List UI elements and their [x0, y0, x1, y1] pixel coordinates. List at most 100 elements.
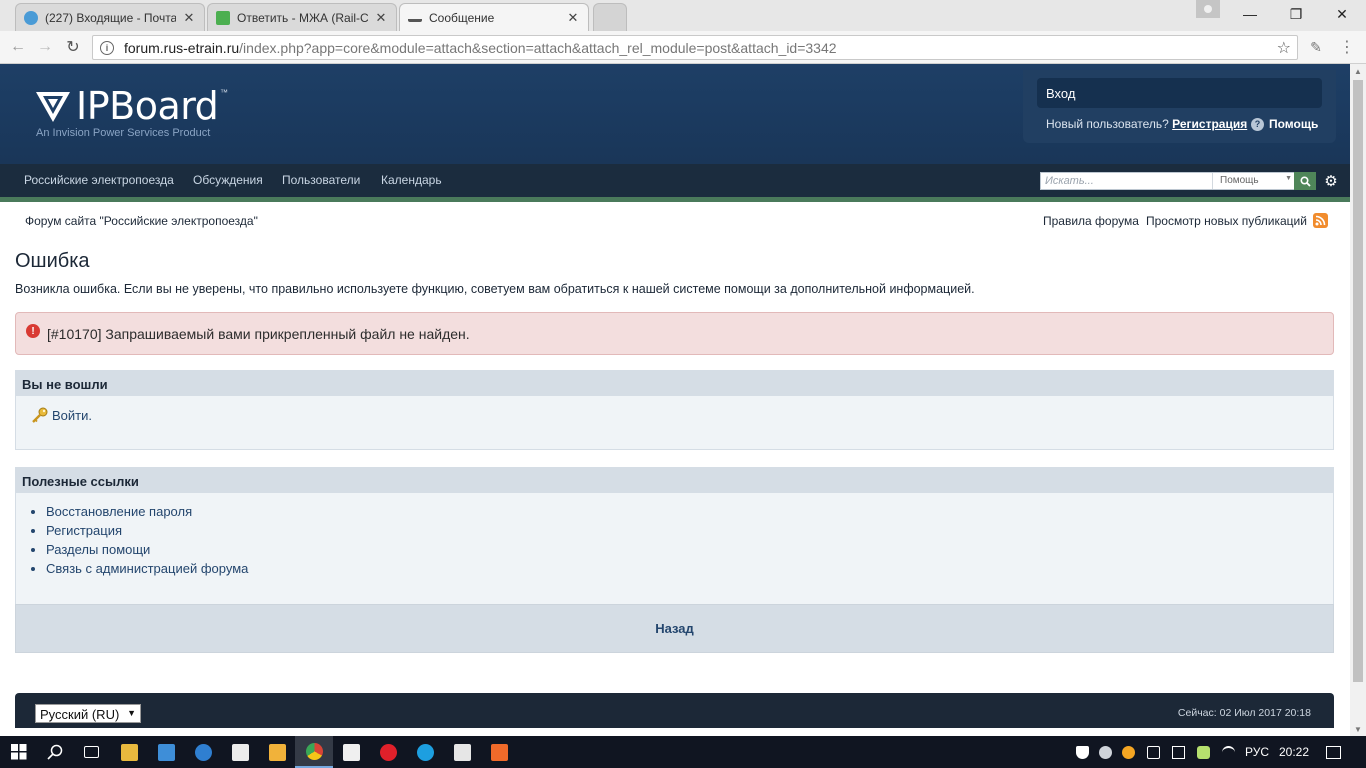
- taskbar-photos[interactable]: [443, 736, 481, 768]
- extension-icon[interactable]: ✎: [1308, 38, 1324, 56]
- task-view-button[interactable]: [72, 736, 110, 768]
- forum-rules-link[interactable]: Правила форума: [1043, 214, 1139, 228]
- secondary-nav: Форум сайта "Российские электропоезда" П…: [0, 202, 1350, 240]
- contact-admin-link[interactable]: Связь с администрацией форума: [46, 559, 248, 578]
- browser-tab-reply[interactable]: Ответить - МЖА (Rail-Cl ✕: [207, 3, 397, 31]
- search-input[interactable]: Искать... Помощь ▼: [1040, 172, 1296, 190]
- help-link[interactable]: ? Помощь: [1251, 117, 1318, 131]
- user-panel: Вход Новый пользователь? Регистрация ? П…: [1023, 70, 1336, 143]
- taskbar-opera[interactable]: [369, 736, 407, 768]
- search-taskbar-button[interactable]: [36, 736, 74, 768]
- nav-item-members[interactable]: Пользователи: [282, 173, 360, 187]
- language-select[interactable]: Русский (RU) ▼: [35, 704, 141, 723]
- browser-toolbar: ← → ↻ i forum.rus-etrain.ru /index.php?a…: [0, 31, 1366, 64]
- rss-icon[interactable]: [1313, 213, 1328, 228]
- search-button[interactable]: [1294, 172, 1316, 190]
- edge-icon: [194, 743, 212, 761]
- registration-link[interactable]: Регистрация: [46, 521, 248, 540]
- help-icon: ?: [1251, 117, 1264, 131]
- taskbar-clock[interactable]: 20:22: [1279, 745, 1309, 759]
- notification-icon[interactable]: [1326, 746, 1341, 759]
- taskbar-explorer[interactable]: [110, 736, 148, 768]
- network-icon[interactable]: [1197, 746, 1210, 759]
- maximize-button[interactable]: ❐: [1273, 0, 1319, 28]
- taskbar-edge[interactable]: [184, 736, 222, 768]
- app-icon: [490, 743, 508, 761]
- forward-arrow-icon[interactable]: →: [34, 36, 56, 58]
- error-icon: !: [26, 324, 40, 338]
- scroll-down-icon[interactable]: ▼: [1350, 722, 1366, 736]
- taskbar-calculator[interactable]: [332, 736, 370, 768]
- help-label: Помощь: [1269, 117, 1319, 131]
- login-link[interactable]: Войти.: [31, 407, 92, 423]
- shield-icon[interactable]: [1076, 746, 1089, 759]
- logo-trademark: ™: [220, 88, 228, 97]
- close-tab-icon[interactable]: ✕: [374, 10, 388, 26]
- close-tab-icon[interactable]: ✕: [566, 10, 580, 26]
- ipboard-logo-icon: [36, 92, 70, 122]
- minimize-button[interactable]: —: [1227, 0, 1273, 28]
- input-language[interactable]: РУС: [1245, 745, 1269, 759]
- app-icon: [157, 743, 175, 761]
- new-user-text: Новый пользователь? Регистрация: [1046, 117, 1247, 131]
- scrollbar-thumb[interactable]: [1353, 80, 1363, 682]
- close-tab-icon[interactable]: ✕: [182, 10, 196, 26]
- wifi-icon[interactable]: [1222, 746, 1235, 759]
- gear-icon[interactable]: ⚙: [1322, 171, 1340, 191]
- taskbar-skype[interactable]: [406, 736, 444, 768]
- reload-icon[interactable]: ↻: [62, 36, 84, 58]
- bookmark-star-icon[interactable]: ☆: [1277, 38, 1291, 58]
- browser-tab-mail[interactable]: (227) Входящие - Почта ✕: [15, 3, 205, 31]
- windows-taskbar: РУС 20:22: [0, 736, 1366, 768]
- close-window-button[interactable]: ✕: [1319, 0, 1365, 28]
- chevron-down-icon: ▼: [127, 708, 136, 718]
- nav-item-calendar[interactable]: Календарь: [381, 173, 442, 187]
- nav-item-home[interactable]: Российские электропоезда: [24, 173, 174, 187]
- taskbar-store[interactable]: [221, 736, 259, 768]
- chevron-down-icon: ▼: [1285, 175, 1292, 182]
- start-button[interactable]: [0, 736, 38, 768]
- mail-icon: [24, 10, 38, 25]
- opera-icon: [379, 743, 397, 761]
- taskbar-app-12[interactable]: [480, 736, 518, 768]
- address-bar[interactable]: i forum.rus-etrain.ru /index.php?app=cor…: [92, 35, 1298, 60]
- search-scope-label: Помощь: [1220, 175, 1259, 186]
- useful-links-heading: Полезные ссылки: [16, 468, 1333, 493]
- nav-item-discussions[interactable]: Обсуждения: [193, 173, 263, 187]
- register-link[interactable]: Регистрация: [1172, 117, 1247, 131]
- search-icon: [1299, 175, 1311, 187]
- menu-dots-icon[interactable]: ⋮: [1339, 38, 1355, 56]
- task-view-icon: [83, 746, 99, 758]
- taskbar-chrome[interactable]: [295, 736, 333, 768]
- browser-tab-strip: (227) Входящие - Почта ✕ Ответить - МЖА …: [0, 0, 1366, 31]
- cloud-icon[interactable]: [1099, 746, 1112, 759]
- logo-word: IPBoard: [76, 84, 219, 128]
- breadcrumb[interactable]: Форум сайта "Российские электропоезда": [25, 214, 258, 228]
- password-recovery-link[interactable]: Восстановление пароля: [46, 502, 248, 521]
- search-scope-select[interactable]: Помощь ▼: [1212, 173, 1296, 189]
- help-sections-link[interactable]: Разделы помощи: [46, 540, 248, 559]
- taskbar-media[interactable]: [258, 736, 296, 768]
- back-arrow-icon[interactable]: ←: [7, 36, 29, 58]
- info-icon[interactable]: i: [100, 40, 114, 55]
- signin-button[interactable]: Вход: [1037, 78, 1322, 108]
- new-user-label: Новый пользователь?: [1046, 117, 1169, 131]
- chrome-icon: [305, 742, 323, 760]
- new-tab-button[interactable]: [593, 3, 627, 31]
- footer-time: Сейчас: 02 Июл 2017 20:18: [1177, 707, 1311, 719]
- taskbar-app-2[interactable]: [147, 736, 185, 768]
- scroll-up-icon[interactable]: ▲: [1350, 64, 1366, 78]
- login-block: Вы не вошли Войти.: [15, 370, 1334, 450]
- page-footer: Русский (RU) ▼ Сейчас: 02 Июл 2017 20:18: [15, 693, 1334, 728]
- browser-tab-message[interactable]: Сообщение ✕: [399, 3, 589, 31]
- battery-icon[interactable]: [1172, 746, 1185, 759]
- search-icon: [47, 744, 63, 760]
- tray-app-icon[interactable]: [1122, 746, 1135, 759]
- volume-icon[interactable]: [1147, 746, 1160, 759]
- profile-button[interactable]: [1196, 0, 1220, 18]
- page-scrollbar[interactable]: ▲ ▼: [1350, 64, 1366, 736]
- back-button[interactable]: Назад: [15, 604, 1334, 653]
- page-viewport: IPBoard ™ An Invision Power Services Pro…: [0, 64, 1350, 736]
- new-posts-link[interactable]: Просмотр новых публикаций: [1146, 214, 1307, 228]
- photos-icon: [453, 743, 471, 761]
